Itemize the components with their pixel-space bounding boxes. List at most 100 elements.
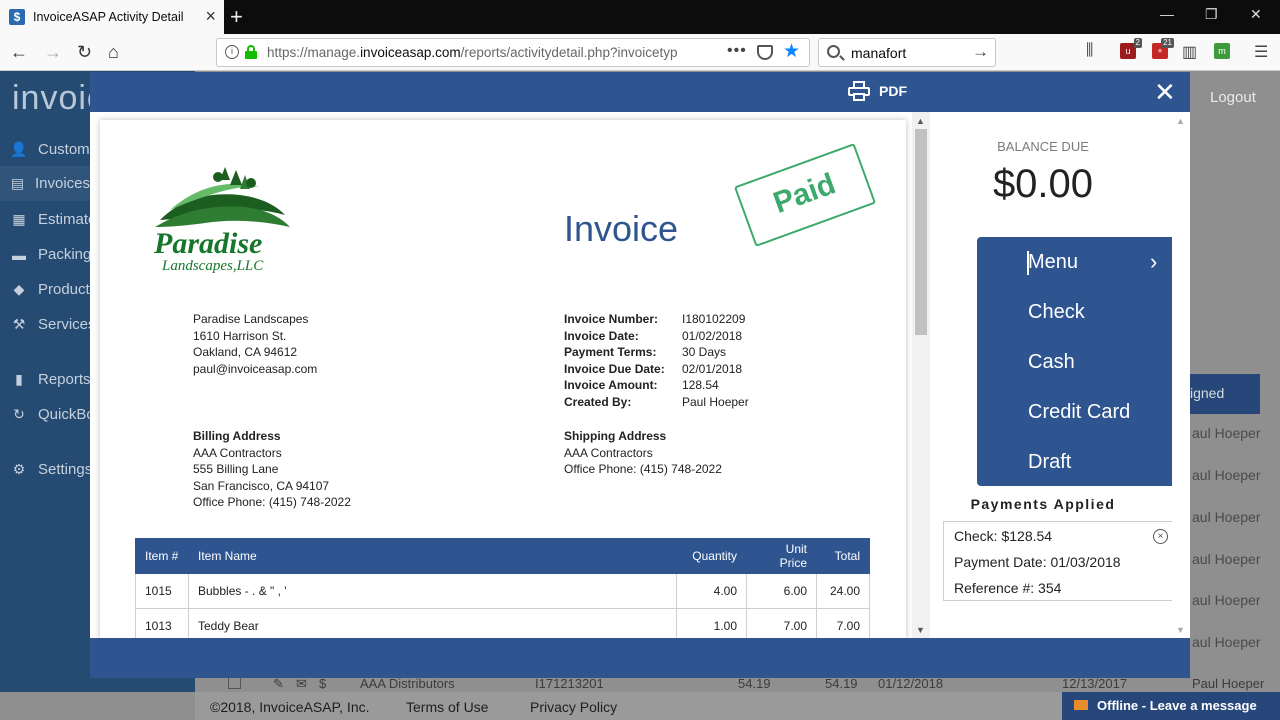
grid-icon: ▦ <box>12 211 26 227</box>
scroll-up-icon[interactable]: ▲ <box>1176 116 1185 126</box>
company-logo: Paradise Landscapes,LLC <box>150 165 295 280</box>
menu-item-cash[interactable]: Cash <box>1028 351 1075 374</box>
amount-cell: 54.19 <box>738 676 771 691</box>
new-tab-icon[interactable]: + <box>230 4 243 30</box>
menu-item-credit-card[interactable]: Credit Card <box>1028 401 1130 424</box>
truck-icon: ▬ <box>12 246 26 263</box>
sidebar-item-reports[interactable]: ▮ Reports <box>10 371 90 388</box>
library-icon[interactable]: ⫼ <box>1086 42 1093 60</box>
browser-tab-bar: $ InvoiceASAP Activity Detail × + — ❐ ✕ <box>0 0 1280 34</box>
item-unit-price: 6.00 <box>746 573 817 609</box>
menu-item-draft[interactable]: Draft <box>1028 451 1071 474</box>
restore-icon[interactable]: ❐ <box>1205 6 1218 23</box>
terms-link[interactable]: Terms of Use <box>406 699 488 715</box>
scroll-up-icon[interactable]: ▲ <box>916 116 925 126</box>
bookmark-star-icon[interactable]: ★ <box>783 40 800 63</box>
person-icon: 👤 <box>10 141 28 157</box>
payment-date: Payment Date: 01/03/2018 <box>954 554 1121 570</box>
payment-icon[interactable]: $ <box>319 676 326 691</box>
browser-tab[interactable]: $ InvoiceASAP Activity Detail × <box>0 0 224 34</box>
green-extension-icon[interactable]: m <box>1214 43 1230 59</box>
home-icon[interactable]: ⌂ <box>108 42 119 62</box>
wrench-icon: ⚒ <box>12 316 26 332</box>
dollar-favicon-icon: $ <box>9 9 25 25</box>
item-quantity: 4.00 <box>676 573 747 609</box>
close-tab-icon[interactable]: × <box>205 7 216 25</box>
invoice-title: Invoice <box>564 208 679 249</box>
logout-link[interactable]: Logout <box>1210 89 1256 106</box>
sidebar-item-settings[interactable]: ⚙ Settings <box>10 461 92 478</box>
payment-menu: Menu › Check Cash Credit Card Draft <box>977 237 1172 486</box>
modal-close-icon[interactable]: ✕ <box>1154 78 1176 106</box>
table-row: 1015 Bubbles - . & " , ' 4.00 6.00 24.00 <box>135 573 870 609</box>
hamburger-menu-icon[interactable]: ☰ <box>1254 42 1268 62</box>
col-total: Total <box>816 538 870 574</box>
item-name: Bubbles - . & " , ' <box>188 573 677 609</box>
panel-scrollbar[interactable]: ▲ ▼ <box>1172 112 1190 638</box>
item-name: Teddy Bear <box>188 608 677 638</box>
from-address: Paradise Landscapes 1610 Harrison St. Oa… <box>193 312 318 376</box>
created-by-cell: aul Hoeper <box>1192 551 1261 567</box>
forward-icon[interactable]: → <box>44 42 62 62</box>
menu-item-check[interactable]: Check <box>1028 301 1085 324</box>
created-by-cell: aul Hoeper <box>1192 509 1261 525</box>
item-number: 1015 <box>135 573 189 609</box>
search-go-icon[interactable]: → <box>972 42 989 62</box>
minimize-icon[interactable]: — <box>1160 6 1174 22</box>
search-value: manafort <box>851 45 907 61</box>
customer-cell: AAA Distributors <box>360 676 455 691</box>
chevron-right-icon[interactable]: › <box>1150 249 1157 275</box>
payment-check-amount: Check: $128.54 <box>954 528 1053 544</box>
item-total: 7.00 <box>816 608 870 638</box>
item-total: 24.00 <box>816 573 870 609</box>
offline-chat-button[interactable]: Offline - Leave a message <box>1062 692 1280 720</box>
created-by-cell: aul Hoeper <box>1192 467 1261 483</box>
window-close-icon[interactable]: ✕ <box>1250 6 1262 23</box>
address-bar[interactable]: i https://manage.invoiceasap.com/reports… <box>216 38 810 67</box>
info-icon[interactable]: i <box>225 45 239 59</box>
invoice-document: Paradise Landscapes,LLC Invoice Paid Par… <box>100 120 906 638</box>
created-by-cell: aul Hoeper <box>1192 425 1261 441</box>
sidebar-item-invoices[interactable]: ▤ Invoices <box>0 166 90 201</box>
sync-icon: ↻ <box>13 406 25 422</box>
col-unit-price: Unit Price <box>746 538 817 574</box>
remove-payment-icon[interactable]: × <box>1153 529 1168 544</box>
lock-icon <box>245 45 257 59</box>
due-cell: 12/13/2017 <box>1062 676 1128 691</box>
page-actions-icon[interactable]: ••• <box>727 42 747 60</box>
search-input[interactable]: manafort → <box>818 38 996 67</box>
printer-icon <box>848 81 870 101</box>
pdf-button[interactable]: PDF <box>848 81 907 101</box>
scroll-down-icon[interactable]: ▼ <box>1176 625 1185 635</box>
back-icon[interactable]: ← <box>10 42 28 62</box>
preview-scrollbar[interactable]: ▲ ▼ <box>912 112 930 638</box>
sidebar-item-products[interactable]: ◆ Products <box>10 281 98 298</box>
shipping-address: Shipping Address AAA Contractors Office … <box>564 429 722 476</box>
col-item-name: Item Name <box>188 538 677 574</box>
logo-name: Paradise <box>154 227 263 260</box>
url-text[interactable]: https://manage.invoiceasap.com/reports/a… <box>267 45 678 60</box>
sidebar-item-packing[interactable]: ▬ Packing <box>10 246 91 263</box>
sidebar-item-services[interactable]: ⚒ Services <box>10 316 96 333</box>
extension-badge-icon[interactable]: +21 <box>1152 38 1174 59</box>
scroll-down-icon[interactable]: ▼ <box>916 625 925 635</box>
number-cell: I171213201 <box>535 676 604 691</box>
ublock-extension-icon[interactable]: u2 <box>1120 38 1142 59</box>
privacy-link[interactable]: Privacy Policy <box>530 699 617 715</box>
modal-footer <box>90 638 1190 678</box>
edit-icon[interactable]: ✎ <box>273 676 284 692</box>
gear-icon: ⚙ <box>12 461 26 477</box>
email-icon[interactable]: ✉ <box>296 676 307 692</box>
sidebar-toggle-icon[interactable]: ▥ <box>1182 42 1197 62</box>
copyright: ©2018, InvoiceASAP, Inc. <box>210 699 370 715</box>
scroll-thumb[interactable] <box>915 129 927 335</box>
menu-item-menu[interactable]: Menu <box>1028 251 1078 274</box>
sidebar-item-quickbooks[interactable]: ↻ QuickBo <box>10 406 95 423</box>
created-by-cell: aul Hoeper <box>1192 592 1261 608</box>
reload-icon[interactable]: ↻ <box>77 42 92 62</box>
invoice-meta-labels: Invoice Number: Invoice Date: Payment Te… <box>564 312 665 409</box>
payment-reference: Reference #: 354 <box>954 580 1062 596</box>
logo-subtitle: Landscapes,LLC <box>162 258 264 274</box>
pocket-icon[interactable] <box>757 45 773 60</box>
payment-card: Check: $128.54 × Payment Date: 01/03/201… <box>943 521 1172 601</box>
